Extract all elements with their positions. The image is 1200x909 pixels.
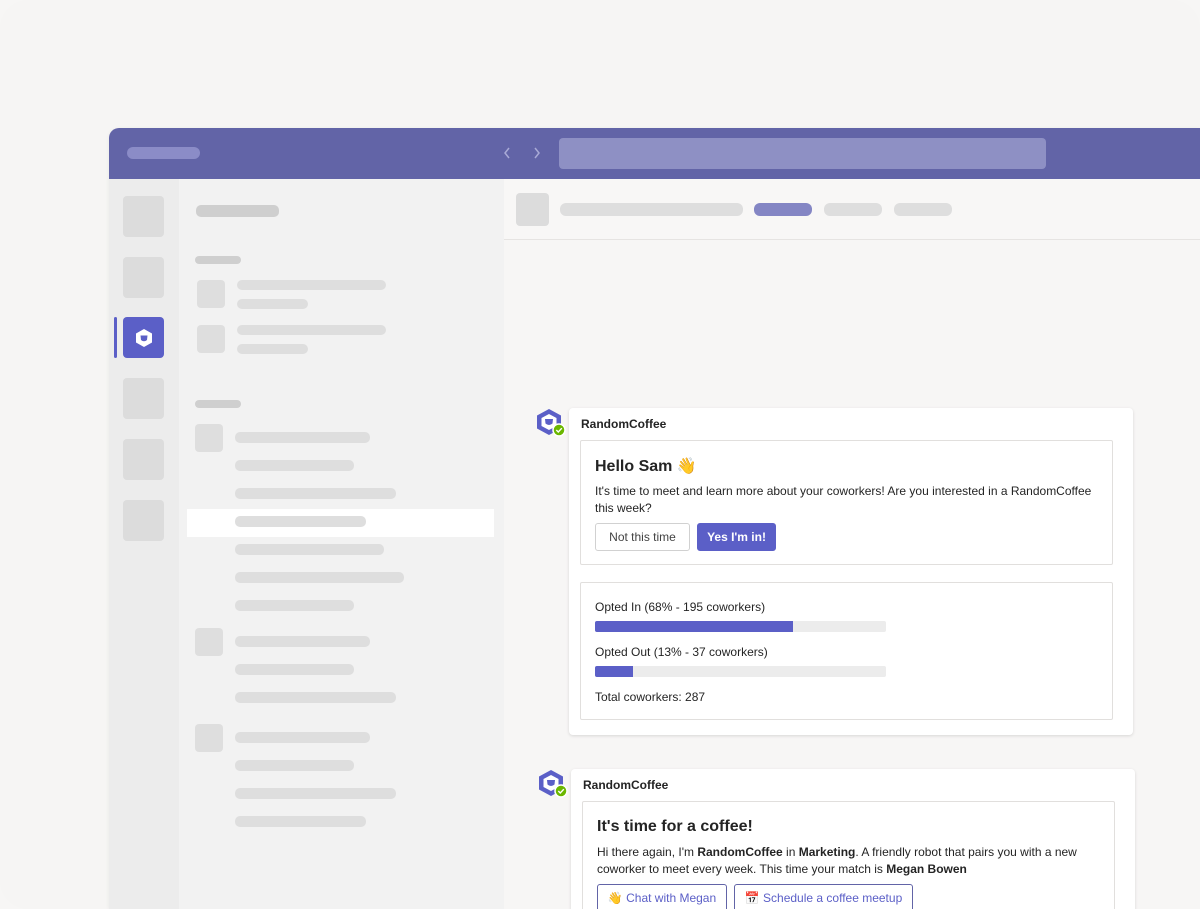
list-pane [179,179,504,909]
search-input[interactable] [559,138,1046,169]
yes-im-in-button[interactable]: Yes I'm in! [697,523,776,551]
rail-item[interactable] [123,439,164,480]
rail-item[interactable] [123,500,164,541]
team-avatar [195,424,223,452]
randomcoffee-app-icon [135,328,152,347]
chat-with-megan-button[interactable]: 👋 Chat with Megan [597,884,727,909]
list-item [237,344,308,354]
not-this-time-button[interactable]: Not this time [595,523,690,551]
pane-title-placeholder [196,205,279,217]
message-sender: RandomCoffee [581,417,667,431]
list-item[interactable] [235,636,370,647]
list-item-avatar [197,280,225,308]
poll-results-card: Opted In (68% - 195 coworkers) Opted Out… [580,582,1113,720]
chat-header [504,179,1200,240]
chat-avatar [516,193,549,226]
opted-in-label: Opted In (68% - 195 coworkers) [595,600,766,614]
chat-title-placeholder [560,203,743,216]
opt-in-question: It's time to meet and learn more about y… [595,484,1092,515]
teams-window: RandomCoffee Hello Sam 👋 It's time to me… [109,128,1200,909]
app-title-placeholder [127,147,200,159]
list-item[interactable] [235,816,366,827]
bot-message-card: RandomCoffee Hello Sam 👋 It's time to me… [569,408,1133,735]
list-item[interactable] [235,600,354,611]
list-item[interactable] [235,488,396,499]
list-item[interactable] [235,572,404,583]
opted-out-bar [595,666,886,677]
randomcoffee-bot-icon [537,409,566,437]
match-title: It's time for a coffee! [597,818,753,835]
list-item[interactable] [235,544,384,555]
list-item[interactable] [235,432,370,443]
schedule-coffee-meetup-button[interactable]: 📅 Schedule a coffee meetup [734,884,913,909]
list-item[interactable] [237,280,386,290]
match-description: Hi there again, I'm RandomCoffee in Mark… [597,845,1077,876]
team-avatar [195,628,223,656]
tab[interactable] [824,203,882,216]
total-coworkers: Total coworkers: 287 [595,690,706,704]
greeting-title: Hello Sam 👋 [595,458,697,475]
rail-item-randomcoffee[interactable] [123,317,164,358]
team-avatar [195,724,223,752]
opted-in-bar-fill [595,621,793,632]
rail-active-indicator [114,317,117,358]
randomcoffee-bot-icon [539,770,568,798]
chevron-left-icon[interactable] [497,143,517,163]
opted-out-label: Opted Out (13% - 37 coworkers) [595,645,768,659]
rail-item[interactable] [123,378,164,419]
list-item[interactable] [235,692,396,703]
opt-in-card: Hello Sam 👋 It's time to meet and learn … [580,440,1113,565]
list-item[interactable] [235,664,354,675]
section-header-placeholder [195,256,241,264]
section-header-placeholder [195,400,241,408]
list-item[interactable] [235,460,354,471]
rail-item[interactable] [123,257,164,298]
list-item-avatar [197,325,225,353]
message-sender: RandomCoffee [583,778,669,792]
list-item[interactable] [237,325,386,335]
opted-in-bar [595,621,886,632]
list-item[interactable] [235,516,366,527]
list-item[interactable] [235,788,396,799]
list-item[interactable] [235,732,370,743]
title-bar [109,128,1200,179]
rail-item[interactable] [123,196,164,237]
opted-out-bar-fill [595,666,633,677]
tab[interactable] [894,203,952,216]
list-item [237,299,308,309]
tab-active[interactable] [754,203,812,216]
bot-message-card: RandomCoffee It's time for a coffee! Hi … [571,769,1135,909]
chat-main: RandomCoffee Hello Sam 👋 It's time to me… [504,179,1200,909]
chevron-right-icon[interactable] [527,143,547,163]
app-rail [109,179,179,909]
list-item[interactable] [235,760,354,771]
match-card: It's time for a coffee! Hi there again, … [582,801,1115,909]
